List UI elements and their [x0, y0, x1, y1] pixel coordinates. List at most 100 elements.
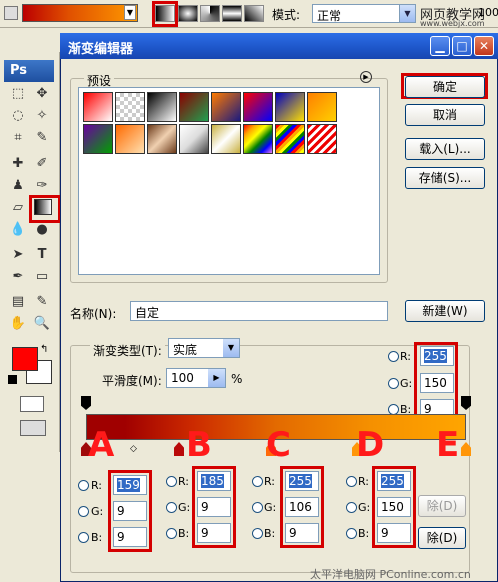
save-button[interactable]: 存储(S)... — [405, 167, 485, 189]
g-radio[interactable] — [346, 502, 357, 513]
angle-gradient-button[interactable] — [200, 5, 220, 22]
preset-swatch[interactable] — [307, 124, 337, 154]
foreground-color-swatch[interactable] — [12, 347, 38, 371]
preset-swatch[interactable] — [243, 92, 273, 122]
stop-d-g-input[interactable]: 150 — [377, 497, 411, 517]
stop-d-b-input[interactable]: 9 — [377, 523, 411, 543]
g-radio[interactable] — [166, 502, 177, 513]
g-label: G: — [178, 501, 191, 514]
tool-preset-icon[interactable] — [4, 6, 18, 20]
new-button[interactable]: 新建(W) — [405, 300, 485, 322]
preset-swatch[interactable] — [211, 92, 241, 122]
delete-color-stop-button[interactable]: 除(D) — [418, 527, 466, 549]
brush-tool-icon[interactable]: ✐ — [32, 155, 52, 173]
preset-swatch[interactable] — [211, 124, 241, 154]
dodge-tool-icon[interactable]: ● — [32, 221, 52, 239]
midpoint-diamond-icon[interactable]: ◇ — [130, 444, 137, 454]
minimize-icon[interactable]: ▁ — [430, 36, 450, 56]
eyedropper-icon[interactable]: ✎ — [32, 293, 52, 311]
cancel-button[interactable]: 取消 — [405, 104, 485, 126]
gradient-tool-icon[interactable] — [34, 199, 52, 215]
swap-colors-icon[interactable]: ↰ — [40, 344, 48, 355]
g-radio[interactable] — [78, 506, 89, 517]
maximize-icon[interactable]: □ — [452, 36, 472, 56]
stop-b-g-input[interactable]: 9 — [197, 497, 231, 517]
reflected-gradient-button[interactable] — [222, 5, 242, 22]
gradient-preview[interactable] — [22, 4, 138, 22]
magic-wand-icon[interactable]: ✧ — [32, 107, 52, 125]
r-radio[interactable] — [166, 476, 177, 487]
delete-opacity-stop-button[interactable]: 除(D) — [418, 495, 466, 517]
close-icon[interactable]: ✕ — [474, 36, 494, 56]
preset-swatch[interactable] — [275, 124, 305, 154]
g-input[interactable]: 150 — [420, 373, 454, 393]
stop-b-b-input[interactable]: 9 — [197, 523, 231, 543]
quick-mask-icon[interactable] — [20, 396, 44, 412]
r-radio[interactable] — [252, 476, 263, 487]
preset-swatch[interactable] — [83, 92, 113, 122]
blur-tool-icon[interactable]: 💧 — [8, 221, 28, 239]
preset-swatch[interactable] — [243, 124, 273, 154]
healing-brush-icon[interactable]: ✚ — [8, 155, 28, 173]
diamond-gradient-button[interactable] — [244, 5, 264, 22]
g-radio[interactable] — [252, 502, 263, 513]
gradient-type-select[interactable]: 实底 ▼ — [168, 338, 240, 358]
preset-swatch[interactable] — [275, 92, 305, 122]
gradient-dropdown-icon[interactable]: ▼ — [124, 5, 136, 20]
slice-tool-icon[interactable]: ✎ — [32, 129, 52, 147]
r-radio[interactable] — [346, 476, 357, 487]
mode-select[interactable]: 正常 ▼ — [312, 4, 416, 23]
g-label: G: — [91, 505, 104, 518]
b-radio[interactable] — [166, 528, 177, 539]
preset-swatch[interactable] — [147, 124, 177, 154]
presets-menu-icon[interactable]: ▶ — [360, 71, 372, 83]
r-input[interactable]: 255 — [420, 346, 454, 366]
preset-swatch[interactable] — [147, 92, 177, 122]
stop-d-r-input[interactable]: 255 — [377, 471, 411, 491]
chevron-down-icon[interactable]: ▼ — [399, 5, 415, 22]
stamp-tool-icon[interactable]: ♟ — [8, 177, 28, 195]
path-select-icon[interactable]: ➤ — [8, 246, 28, 264]
radial-gradient-button[interactable] — [178, 5, 198, 22]
preset-swatch[interactable] — [83, 124, 113, 154]
zoom-tool-icon[interactable]: 🔍 — [32, 315, 52, 333]
b-radio[interactable] — [346, 528, 357, 539]
type-tool-icon[interactable]: T — [32, 246, 52, 264]
r-radio[interactable] — [388, 351, 399, 362]
screen-mode-icon[interactable] — [20, 420, 46, 436]
notes-tool-icon[interactable]: ▤ — [8, 293, 28, 311]
preset-swatch[interactable] — [115, 92, 145, 122]
default-colors-icon[interactable] — [8, 375, 17, 384]
chevron-down-icon[interactable]: ▼ — [223, 339, 239, 357]
stop-b-r-input[interactable]: 185 — [197, 471, 231, 491]
linear-gradient-button[interactable] — [155, 5, 175, 22]
preset-swatch[interactable] — [115, 124, 145, 154]
crop-tool-icon[interactable]: ⌗ — [8, 129, 28, 147]
shape-tool-icon[interactable]: ▭ — [32, 268, 52, 286]
history-brush-icon[interactable]: ✑ — [32, 177, 52, 195]
eraser-tool-icon[interactable]: ▱ — [8, 199, 28, 217]
marquee-tool-icon[interactable]: ⬚ — [8, 85, 28, 103]
stop-c-g-input[interactable]: 106 — [285, 497, 319, 517]
stop-a-g-input[interactable]: 9 — [113, 501, 147, 521]
preset-swatch[interactable] — [179, 124, 209, 154]
preset-swatch[interactable] — [179, 92, 209, 122]
pen-tool-icon[interactable]: ✒ — [8, 268, 28, 286]
name-input[interactable]: 自定 — [130, 301, 388, 321]
move-tool-icon[interactable]: ✥ — [32, 85, 52, 103]
stop-a-r-input[interactable]: 159 — [113, 475, 147, 495]
load-button[interactable]: 载入(L)... — [405, 138, 485, 160]
lasso-tool-icon[interactable]: ◌ — [8, 107, 28, 125]
hand-tool-icon[interactable]: ✋ — [8, 315, 28, 333]
b-radio[interactable] — [252, 528, 263, 539]
ok-button[interactable]: 确定 — [405, 76, 485, 98]
ps-logo: Ps — [4, 60, 54, 82]
stop-c-b-input[interactable]: 9 — [285, 523, 319, 543]
smoothness-slider-icon[interactable]: ▶ — [208, 369, 225, 387]
g-radio[interactable] — [388, 378, 399, 389]
preset-swatch[interactable] — [307, 92, 337, 122]
stop-a-b-input[interactable]: 9 — [113, 527, 147, 547]
r-radio[interactable] — [78, 480, 89, 491]
b-radio[interactable] — [78, 532, 89, 543]
stop-c-r-input[interactable]: 255 — [285, 471, 319, 491]
